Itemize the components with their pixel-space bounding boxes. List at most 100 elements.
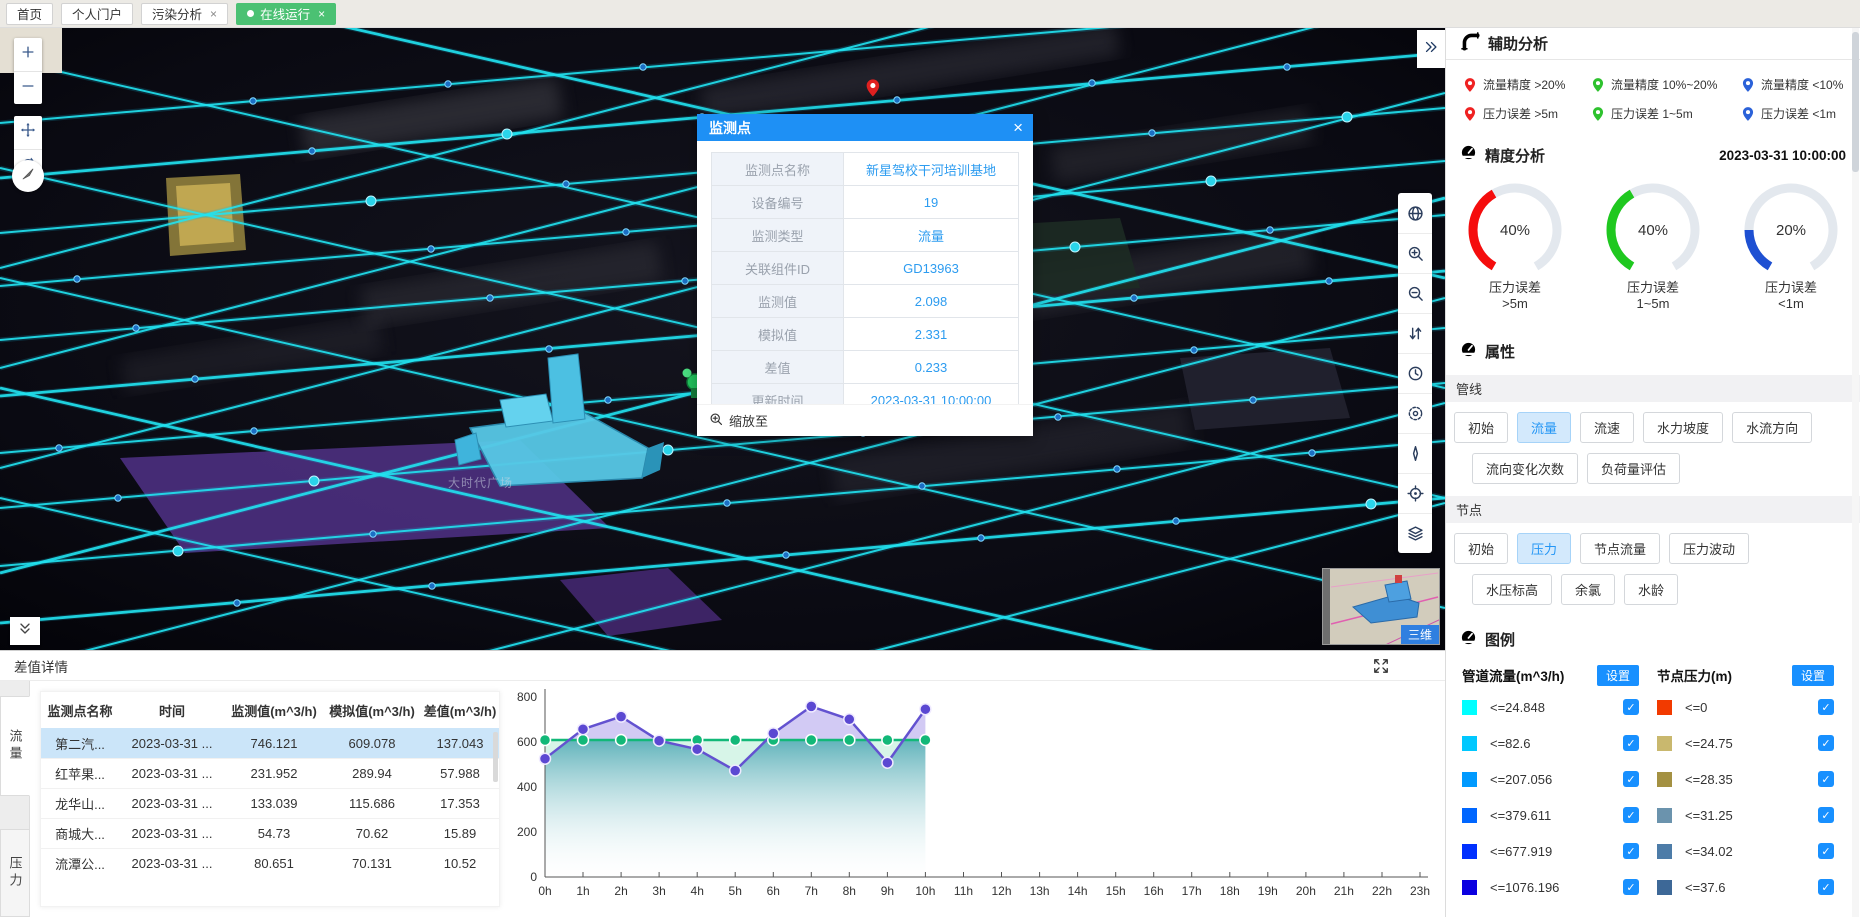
- tab-portal[interactable]: 个人门户: [61, 3, 133, 25]
- gauge-percent: 40%: [1500, 222, 1530, 239]
- measured-point: [616, 711, 627, 722]
- table-row[interactable]: 龙华山...2023-03-31 ...133.039115.68617.353: [41, 788, 499, 818]
- scrollbar-thumb[interactable]: [1852, 32, 1859, 172]
- tab-close-icon[interactable]: ×: [210, 7, 217, 21]
- attr-button[interactable]: 初始: [1454, 533, 1508, 564]
- table-row[interactable]: 商城大...2023-03-31 ...54.7370.6215.89: [41, 818, 499, 848]
- attr-button[interactable]: 水压标高: [1472, 574, 1552, 605]
- attr-button[interactable]: 节点流量: [1580, 533, 1660, 564]
- gauge-percent: 20%: [1776, 222, 1806, 239]
- map-tool-clock-button[interactable]: [1398, 353, 1432, 393]
- map-pin-icon: [1740, 77, 1756, 93]
- plus-icon: [20, 44, 36, 65]
- gauge-icon: [1460, 144, 1477, 161]
- legend-item-label: <=379.611: [1490, 808, 1551, 823]
- legend-checkbox[interactable]: ✓: [1623, 699, 1639, 715]
- map-tool-locate-button[interactable]: [1398, 473, 1432, 513]
- legend-checkbox[interactable]: ✓: [1623, 807, 1639, 823]
- map-tool-zoom-out-button[interactable]: [1398, 273, 1432, 313]
- legend-item: <=677.919✓: [1462, 837, 1657, 866]
- dialog-field-row: 更新时间2023-03-31 10:00:00: [712, 384, 1019, 405]
- legend-checkbox[interactable]: ✓: [1818, 699, 1834, 715]
- attr-button[interactable]: 水流方向: [1732, 412, 1812, 443]
- legend-item: <=28.35✓: [1657, 765, 1852, 794]
- map-tool-globe-button[interactable]: [1398, 193, 1432, 233]
- table-row[interactable]: 流潭公...2023-03-31 ...80.65170.13110.52: [41, 848, 499, 878]
- legend-checkbox[interactable]: ✓: [1818, 735, 1834, 751]
- table-cell: 2023-03-31 ...: [119, 796, 225, 811]
- minimap[interactable]: 三维: [1322, 568, 1440, 645]
- table-row[interactable]: 红苹果...2023-03-31 ...231.952289.9457.988: [41, 758, 499, 788]
- legend-checkbox[interactable]: ✓: [1818, 807, 1834, 823]
- close-icon[interactable]: ×: [1013, 119, 1023, 136]
- legend-swatch: [1462, 844, 1477, 859]
- legend-checkbox[interactable]: ✓: [1623, 879, 1639, 895]
- settings-button[interactable]: 设置: [1792, 665, 1834, 686]
- map-tool-compass-needle-button[interactable]: [1398, 433, 1432, 473]
- attr-button[interactable]: 余氯: [1561, 574, 1615, 605]
- attr-button[interactable]: 流向变化次数: [1472, 453, 1578, 484]
- pin-legend-item: 压力误差 <1m: [1740, 105, 1858, 122]
- pin-legend-label: 压力误差 >5m: [1483, 105, 1558, 122]
- gauge-icon: [1460, 629, 1477, 646]
- attr-button[interactable]: 压力波动: [1669, 533, 1749, 564]
- legend-checkbox[interactable]: ✓: [1623, 735, 1639, 751]
- attr-button[interactable]: 水龄: [1624, 574, 1678, 605]
- field-label: 更新时间: [712, 384, 844, 405]
- zoom-control-box: [14, 38, 42, 104]
- map-tool-swap-vertical-button[interactable]: [1398, 313, 1432, 353]
- map-tool-radar-button[interactable]: [1398, 393, 1432, 433]
- x-tick-label: 12h: [991, 884, 1011, 898]
- attr-button[interactable]: 负荷量评估: [1587, 453, 1680, 484]
- x-tick-label: 3h: [652, 884, 665, 898]
- tab-online[interactable]: 在线运行×: [236, 3, 336, 25]
- table-cell: 第二汽...: [41, 734, 119, 753]
- attr-button[interactable]: 水力坡度: [1643, 412, 1723, 443]
- bottom-panel-collapse-button[interactable]: [10, 617, 40, 645]
- field-label: 模拟值: [712, 318, 844, 351]
- map-tool-layers-button[interactable]: [1398, 513, 1432, 553]
- tab-pollution[interactable]: 污染分析×: [141, 3, 228, 25]
- attr-button[interactable]: 初始: [1454, 412, 1508, 443]
- map-tool-zoom-in-button[interactable]: [1398, 233, 1432, 273]
- dialog-field-row: 模拟值2.331: [712, 318, 1019, 351]
- tab-close-icon[interactable]: ×: [318, 7, 325, 21]
- side-tab-flow[interactable]: 流量: [0, 696, 30, 796]
- legend-checkbox[interactable]: ✓: [1818, 879, 1834, 895]
- attr-button[interactable]: 流速: [1580, 412, 1634, 443]
- gauge-icon: [1460, 144, 1477, 166]
- side-tab-pressure[interactable]: 压力: [0, 829, 30, 917]
- map-zoom-out-button[interactable]: [14, 71, 42, 104]
- pin-legend: 流量精度 >20%流量精度 10%~20%流量精度 <10%压力误差 >5m压力…: [1446, 60, 1860, 122]
- y-tick-label: 400: [517, 780, 537, 794]
- x-tick-label: 13h: [1030, 884, 1050, 898]
- table-row[interactable]: 第二汽...2023-03-31 ...746.121609.078137.04…: [41, 728, 499, 758]
- legend-column-title: 管道流量(m^3/h): [1462, 665, 1564, 685]
- legend-swatch: [1462, 880, 1477, 895]
- map-zoom-in-button[interactable]: [14, 38, 42, 71]
- zoom-to-button[interactable]: 缩放至: [729, 411, 768, 430]
- panel-scrollbar[interactable]: [1852, 28, 1859, 917]
- map-pan-button[interactable]: [14, 116, 42, 149]
- legend-checkbox[interactable]: ✓: [1818, 771, 1834, 787]
- table-cell: 2023-03-31 ...: [119, 856, 225, 871]
- attr-button[interactable]: 压力: [1517, 533, 1571, 564]
- map-pin-icon: [1462, 77, 1478, 93]
- attribute-button-row: 初始压力节点流量压力波动: [1446, 523, 1860, 564]
- gauge-label-line2: <1m: [1778, 296, 1804, 312]
- legend-swatch: [1657, 772, 1672, 787]
- map-tools-toolbar: [1398, 193, 1432, 553]
- zoom-in-icon: [1407, 245, 1424, 262]
- field-value[interactable]: 新星驾校干河培训基地: [844, 153, 1019, 186]
- tab-home[interactable]: 首页: [6, 3, 53, 25]
- legend-checkbox[interactable]: ✓: [1623, 843, 1639, 859]
- right-panel-toggle-button[interactable]: [1417, 30, 1445, 68]
- settings-button[interactable]: 设置: [1597, 665, 1639, 686]
- map-pointer-button[interactable]: [12, 160, 44, 192]
- legend-checkbox[interactable]: ✓: [1818, 843, 1834, 859]
- minimap-mode-badge[interactable]: 三维: [1401, 625, 1439, 644]
- legend-checkbox[interactable]: ✓: [1623, 771, 1639, 787]
- fullscreen-expand-icon[interactable]: [1373, 658, 1389, 674]
- attr-button[interactable]: 流量: [1517, 412, 1571, 443]
- minus-icon: [20, 78, 36, 99]
